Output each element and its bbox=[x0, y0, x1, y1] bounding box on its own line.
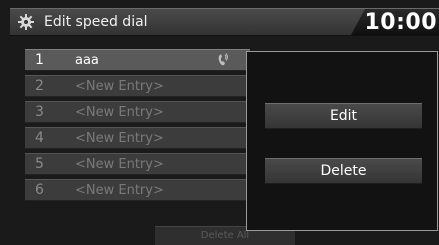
entry-number: 4 bbox=[35, 130, 44, 146]
phone-voice-tag-icon bbox=[218, 53, 228, 66]
speed-dial-entry-2[interactable]: 2 <New Entry> bbox=[25, 75, 250, 97]
entry-number: 6 bbox=[35, 182, 44, 198]
entry-name: aaa bbox=[75, 53, 99, 68]
edit-button[interactable]: Edit bbox=[265, 103, 422, 129]
speed-dial-list: 1 aaa 2 <New Entry> 3 <New Entry> 4 <New… bbox=[25, 49, 250, 205]
gear-icon bbox=[18, 14, 34, 30]
header-bar: Edit speed dial 10:00 bbox=[10, 8, 439, 36]
entry-name: <New Entry> bbox=[75, 157, 164, 172]
clock: 10:00 bbox=[364, 10, 437, 35]
entry-name: <New Entry> bbox=[75, 79, 164, 94]
entry-number: 2 bbox=[35, 78, 44, 94]
entry-number: 1 bbox=[35, 52, 44, 68]
speed-dial-entry-3[interactable]: 3 <New Entry> bbox=[25, 101, 250, 123]
entry-number: 3 bbox=[35, 104, 44, 120]
entry-number: 5 bbox=[35, 156, 44, 172]
entry-name: <New Entry> bbox=[75, 105, 164, 120]
page-title: Edit speed dial bbox=[44, 14, 148, 30]
speed-dial-entry-6[interactable]: 6 <New Entry> bbox=[25, 179, 250, 201]
delete-button[interactable]: Delete bbox=[265, 158, 422, 184]
speed-dial-screen: Edit speed dial 10:00 1 aaa 2 <New Entry… bbox=[0, 0, 439, 245]
entry-options-popup: Edit Delete bbox=[246, 51, 438, 231]
speed-dial-entry-4[interactable]: 4 <New Entry> bbox=[25, 127, 250, 149]
entry-name: <New Entry> bbox=[75, 183, 164, 198]
speed-dial-entry-1[interactable]: 1 aaa bbox=[25, 49, 250, 71]
entry-name: <New Entry> bbox=[75, 131, 164, 146]
speed-dial-entry-5[interactable]: 5 <New Entry> bbox=[25, 153, 250, 175]
